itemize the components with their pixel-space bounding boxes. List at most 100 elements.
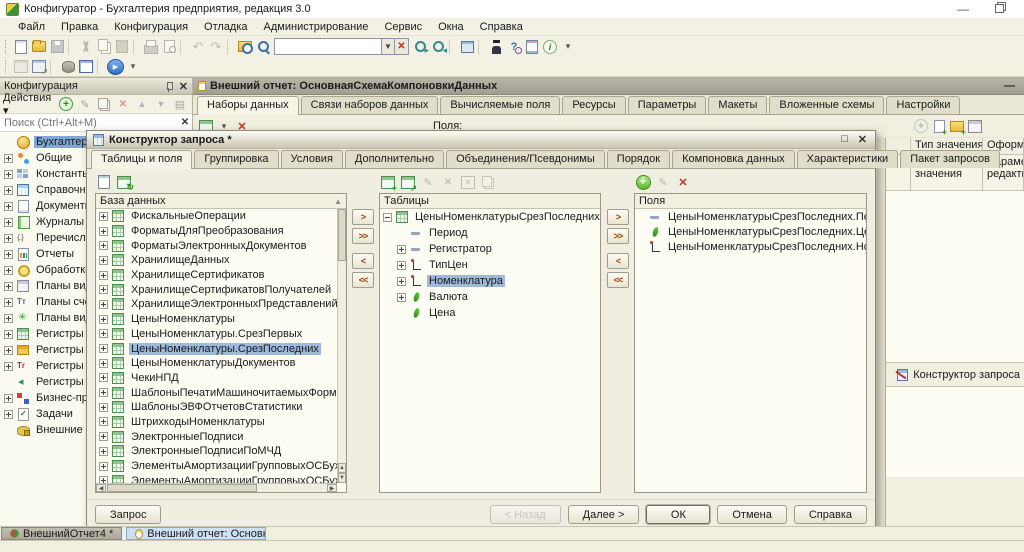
context-help-icon[interactable] (505, 38, 523, 55)
expander-icon[interactable] (99, 271, 108, 280)
scroll-right-icon[interactable]: ▶ (327, 484, 337, 492)
expander-icon[interactable] (4, 346, 13, 355)
selected-field-row[interactable]: ЦеныНоменклатурыСрезПоследних.Цена (635, 224, 866, 239)
expander-icon[interactable] (99, 417, 108, 426)
move-button[interactable]: >> (607, 228, 629, 244)
undo-icon[interactable] (189, 38, 207, 55)
move-button[interactable]: > (607, 209, 629, 225)
open-icon[interactable] (30, 38, 48, 55)
copy-icon[interactable] (95, 38, 113, 55)
scroll-down-icon[interactable]: ▼ (338, 473, 346, 483)
expander-icon[interactable] (99, 403, 108, 412)
database-table-row[interactable]: ЦеныНоменклатуры.СрезПервых (96, 327, 337, 342)
expander-icon[interactable] (383, 213, 392, 222)
expander-icon[interactable] (397, 245, 406, 254)
database-table-row[interactable]: ШаблоныЭВФОтчетовСтатистики (96, 400, 337, 415)
global-search-icon[interactable] (236, 38, 254, 55)
scrollbar-thumb[interactable] (338, 209, 346, 261)
expander-icon[interactable] (4, 362, 13, 371)
expander-icon[interactable] (4, 298, 13, 307)
dialog-tab[interactable]: Группировка (194, 150, 278, 168)
delete-table-icon[interactable] (439, 174, 457, 191)
add-table-icon[interactable] (379, 174, 397, 191)
combo-dropdown-icon[interactable]: ▼ (382, 38, 395, 55)
combo-clear-icon[interactable]: ✕ (395, 38, 409, 55)
report-tab[interactable]: Вложенные схемы (769, 96, 884, 114)
delete-field-icon[interactable] (674, 174, 692, 191)
redo-icon[interactable] (207, 38, 225, 55)
toolbar-search-input[interactable] (274, 38, 382, 55)
database-table-row[interactable]: ФорматыЭлектронныхДокументов (96, 238, 337, 253)
expander-icon[interactable] (99, 241, 108, 250)
expander-icon[interactable] (4, 266, 13, 275)
menu-item[interactable]: Администрирование (256, 19, 377, 35)
panel-close-icon[interactable]: ✕ (179, 80, 188, 93)
expander-icon[interactable] (99, 462, 108, 471)
expander-icon[interactable] (99, 256, 108, 265)
database-icon[interactable] (59, 58, 77, 75)
report-minimize-button[interactable]: — (1004, 80, 1019, 92)
database-table-row[interactable]: ЭлектронныеПодписиПоМЧД (96, 444, 337, 459)
cut-icon[interactable] (77, 38, 95, 55)
expander-icon[interactable] (99, 329, 108, 338)
actions-button[interactable]: Действия ▾ (3, 92, 54, 117)
scroll-up-icon[interactable]: ▲ (338, 463, 346, 473)
database-table-row[interactable]: ЭлементыАмортизацииГрупповыхОСБухга (96, 459, 337, 474)
refresh-tables-icon[interactable] (115, 174, 133, 191)
edit-icon[interactable] (76, 96, 94, 113)
print-icon[interactable] (142, 38, 160, 55)
menu-item[interactable]: Сервис (376, 19, 430, 35)
copy-table-icon[interactable] (479, 174, 497, 191)
report-tab[interactable]: Параметры (628, 96, 707, 114)
menu-item[interactable]: Отладка (196, 19, 255, 35)
sidebar-search-input[interactable] (0, 114, 178, 131)
add-icon[interactable] (57, 96, 75, 113)
menu-item[interactable]: Конфигурация (106, 19, 196, 35)
move-button[interactable]: << (607, 272, 629, 288)
expander-icon[interactable] (99, 300, 108, 309)
database-table-row[interactable]: ФискальныеОперации (96, 209, 337, 224)
copy-icon[interactable] (95, 96, 113, 113)
more-icon[interactable] (171, 96, 189, 113)
replace-table-icon[interactable] (459, 174, 477, 191)
menu-item[interactable]: Файл (10, 19, 53, 35)
dialog-tab[interactable]: Условия (281, 150, 343, 168)
expander-icon[interactable] (4, 170, 13, 179)
report-tab[interactable]: Ресурсы (562, 96, 625, 114)
move-button[interactable]: > (352, 209, 374, 225)
query-button[interactable]: Запрос (95, 505, 161, 524)
expander-icon[interactable] (4, 202, 13, 211)
expander-icon[interactable] (4, 234, 13, 243)
dialog-tab[interactable]: Объединения/Псевдонимы (446, 150, 605, 168)
find-previous-icon[interactable] (429, 38, 447, 55)
expander-icon[interactable] (4, 186, 13, 195)
print-preview-icon[interactable] (160, 38, 178, 55)
expander-icon[interactable] (99, 432, 108, 441)
dialog-tab[interactable]: Пакет запросов (900, 150, 1000, 168)
move-up-icon[interactable] (133, 96, 151, 113)
add-folder-icon[interactable] (948, 118, 966, 135)
report-tab[interactable]: Вычисляемые поля (440, 96, 560, 114)
expander-icon[interactable] (99, 447, 108, 456)
database-table-row[interactable]: ЭлектронныеПодписи (96, 429, 337, 444)
database-table-row[interactable]: ФорматыДляПреобразования (96, 224, 337, 239)
query-text-icon[interactable] (95, 174, 113, 191)
add-field-icon[interactable] (912, 118, 930, 135)
database-table-row[interactable]: ЧекиНПД (96, 371, 337, 386)
expander-icon[interactable] (99, 315, 108, 324)
edit-table-icon[interactable] (419, 174, 437, 191)
delete-icon[interactable] (114, 96, 132, 113)
report-tab[interactable]: Настройки (886, 96, 960, 114)
expander-icon[interactable] (4, 282, 13, 291)
expander-icon[interactable] (397, 261, 406, 270)
expander-icon[interactable] (4, 154, 13, 163)
search-clear-icon[interactable]: ✕ (178, 114, 192, 131)
toolbar-overflow-icon[interactable] (124, 58, 142, 75)
new-document-icon[interactable] (12, 38, 30, 55)
expander-icon[interactable] (99, 388, 108, 397)
start-debugging-icon[interactable] (106, 58, 124, 75)
cancel-button[interactable]: Отмена (717, 505, 786, 524)
add-field-icon[interactable] (634, 174, 652, 191)
edit-configuration-icon[interactable] (30, 58, 48, 75)
database-table-row[interactable]: ХранилищеСертификатовПолучателей (96, 282, 337, 297)
